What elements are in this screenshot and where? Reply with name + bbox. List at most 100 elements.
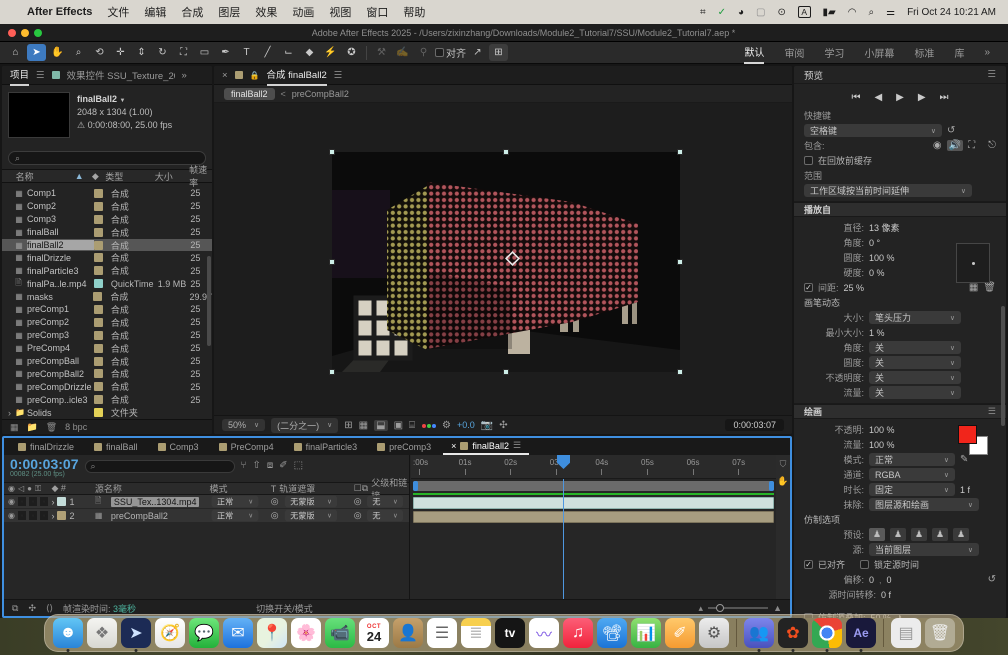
project-row[interactable]: ▦Comp2合成25 [2, 200, 212, 213]
clone-preset-1[interactable]: ♟ [869, 528, 885, 541]
size-dynamics-dropdown[interactable]: 笔头压力∨ [869, 311, 961, 324]
handle-bottom-left[interactable] [329, 369, 335, 375]
shy-icon[interactable]: ⇧ [253, 460, 261, 471]
matte-toggle-icon[interactable]: ◎ [271, 510, 279, 521]
reset-offset-icon[interactable]: ↺ [988, 574, 996, 585]
dock-numbers-icon[interactable]: 📊 [631, 618, 661, 648]
sort-asc-icon[interactable]: ▲ [75, 171, 92, 181]
mini-flowchart-icon[interactable]: ⑂ [241, 460, 247, 471]
control-center-icon[interactable]: ⚌ [886, 7, 895, 18]
workspace-5[interactable]: 标准 [914, 42, 934, 63]
exposure-value[interactable]: +0.0 [457, 420, 475, 430]
dock-pages-icon[interactable]: ✐ [665, 618, 695, 648]
roi-icon[interactable]: ⊞ [344, 420, 352, 431]
comp-panel-menu-icon[interactable]: ☰ [334, 70, 343, 81]
label-color-chip[interactable] [94, 279, 103, 288]
pen-tool[interactable]: ✒ [216, 44, 235, 61]
timeline-track-area[interactable]: :00s01s02s03s04s05s06s07s08s [411, 455, 776, 599]
layer-av-switches[interactable]: ◉▪▪▪ [8, 497, 51, 506]
label-color-chip[interactable] [94, 253, 103, 262]
close-window-button[interactable] [8, 29, 16, 37]
duration-dropdown[interactable]: 固定∨ [869, 483, 955, 496]
guides-icon[interactable]: ▣ [394, 420, 403, 431]
tiles-icon[interactable]: ⌗ [700, 7, 706, 18]
timeline-tab-preComp3[interactable]: preComp3 [369, 438, 439, 455]
project-row[interactable]: 🗎finalPa..le.mp4QuickTime1.9 MB25 [2, 277, 212, 290]
tab-effect-controls[interactable]: 效果控件 SSU_Texture_2048x1304. [67, 68, 175, 82]
flow-dynamics-dropdown[interactable]: 关∨ [869, 386, 961, 399]
grid-icon[interactable]: ⊞ [489, 44, 508, 61]
shortcut-dropdown[interactable]: 空格键∨ [804, 124, 942, 137]
frame-blend-icon[interactable]: ⧈ [267, 460, 273, 471]
dock-keynote-icon[interactable]: 📽 [597, 618, 627, 648]
workspace-3[interactable]: 学习 [824, 42, 844, 63]
new-folder-icon[interactable]: 📁 [27, 422, 38, 433]
battery-icon[interactable]: ▮▰ [823, 7, 836, 18]
track-matte-dropdown[interactable]: 无蒙版∨ [284, 496, 336, 508]
include-overlays-icon[interactable]: ⛶ [968, 140, 975, 151]
viewer-timecode[interactable]: 0:00:03:07 [725, 419, 784, 431]
aligned-checkbox[interactable]: ✓ [804, 560, 813, 569]
menubar-clock[interactable]: Fri Oct 24 10:21 AM [907, 7, 996, 18]
source-time-shift-value[interactable]: 0 f [881, 590, 891, 600]
rect-tool[interactable]: ▭ [195, 44, 214, 61]
camera-tool[interactable]: ⛶ [174, 44, 193, 61]
handle-top-left[interactable] [329, 149, 335, 155]
breadcrumb-current[interactable]: finalBall2 [224, 88, 275, 100]
project-row[interactable]: ▦preComp1合成25 [2, 303, 212, 316]
menu-effect[interactable]: 效果 [255, 4, 277, 20]
project-row[interactable]: ›📁Solids文件夹 [2, 406, 212, 419]
clone-preset-2[interactable]: ♟ [890, 528, 906, 541]
delete-brush-icon[interactable]: 🗑 [983, 282, 996, 293]
next-frame-button[interactable]: ▶ [918, 92, 926, 103]
handle-mid-right[interactable] [677, 259, 683, 265]
motion-blur-icon[interactable]: ✐ [279, 460, 287, 471]
handle-top-center[interactable] [503, 149, 509, 155]
dock-chrome-icon[interactable] [812, 618, 842, 648]
matte-toggle-icon[interactable]: ◎ [271, 496, 279, 507]
toggle-switches-label[interactable]: 切换开关/模式 [256, 602, 313, 615]
brush-tool[interactable]: ╱ [258, 44, 277, 61]
timeline-tab-finalParticle3[interactable]: finalParticle3 [286, 438, 366, 455]
creative-cloud-icon[interactable]: ◕ [738, 7, 744, 18]
lock-source-time-checkbox[interactable] [860, 560, 869, 569]
expander-icon[interactable]: › [8, 408, 15, 418]
text-tool[interactable]: T [237, 44, 256, 61]
roto-brush-tool[interactable]: ⚡ [321, 44, 340, 61]
pan-camera-tool[interactable]: ✛ [111, 44, 130, 61]
clone-preset-5[interactable]: ♟ [953, 528, 969, 541]
clone-source-dropdown[interactable]: 当前图层∨ [869, 543, 979, 556]
project-search-input[interactable]: ⌕ [8, 151, 206, 165]
project-row[interactable]: ▦preCompBall2合成25 [2, 367, 212, 380]
paint-mode-dropdown[interactable]: 正常∨ [869, 453, 955, 466]
orbit-camera-tool[interactable]: ⟲ [90, 44, 109, 61]
roundness-value[interactable]: 100 % [869, 253, 895, 263]
magnification-dropdown[interactable]: 50%∨ [222, 419, 265, 431]
graph-editor-icon[interactable]: ⬚ [294, 460, 303, 471]
lock-icon[interactable]: 🔒 [250, 71, 260, 80]
spacing-checkbox[interactable]: ✓ [804, 283, 813, 292]
menu-view[interactable]: 视图 [329, 4, 351, 20]
dock-maps-icon[interactable]: 📍 [257, 618, 287, 648]
roundness-dynamics-dropdown[interactable]: 关∨ [869, 356, 961, 369]
label-color-chip[interactable] [93, 292, 102, 301]
last-frame-button[interactable]: ⏭ [940, 92, 949, 103]
column-framerate[interactable]: 帧速率 [189, 163, 212, 189]
zoom-in-icon[interactable]: ▲ [773, 603, 782, 613]
workspace-2[interactable]: 审阅 [784, 42, 804, 63]
project-trash-icon[interactable]: 🗑 [46, 422, 57, 433]
diameter-value[interactable]: 13 像素 [869, 221, 900, 234]
workspace-1[interactable]: 默认 [744, 41, 764, 64]
track-matte-dropdown[interactable]: 无蒙版∨ [284, 510, 336, 522]
audio-icon[interactable]: ▪ [18, 511, 26, 520]
parent-dropdown[interactable]: 无∨ [367, 496, 403, 508]
label-color-chip[interactable] [94, 215, 103, 224]
pickwhip-icon[interactable]: ◎ [354, 510, 362, 521]
angle-value[interactable]: 0 ° [869, 238, 880, 248]
ime-icon[interactable]: ▢ [756, 7, 765, 18]
dock-screenshot-icon[interactable]: ▤ [891, 618, 921, 648]
clone-stamp-tool[interactable]: ⌙ [279, 44, 298, 61]
dock-messages-icon[interactable]: 💬 [189, 618, 219, 648]
breadcrumb-parent[interactable]: preCompBall2 [292, 89, 349, 99]
rulers-icon[interactable]: ⌸ [409, 420, 415, 431]
